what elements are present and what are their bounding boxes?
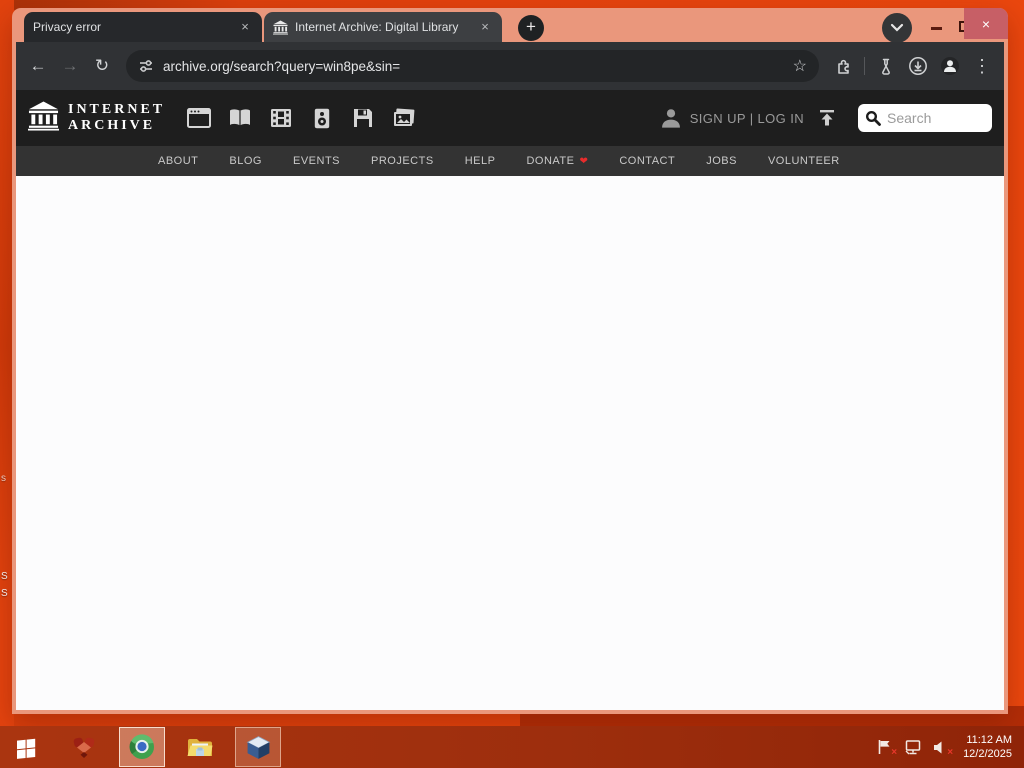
nav-help[interactable]: HELP	[465, 155, 496, 167]
reload-button[interactable]: ↻	[88, 52, 116, 80]
tab-title: Internet Archive: Digital Library	[295, 20, 459, 34]
internet-archive-header: INTERNET ARCHIVE SIGN UP | LOG IN Search	[16, 90, 1004, 146]
tab-internet-archive[interactable]: Internet Archive: Digital Library ×	[264, 12, 502, 42]
back-button[interactable]: ←	[24, 52, 52, 80]
nav-events[interactable]: EVENTS	[293, 155, 340, 167]
desktop-icon-label-fragment: s	[1, 473, 6, 484]
nav-projects[interactable]: PROJECTS	[371, 155, 434, 167]
browser-toolbar: ← → ↻ archive.org/search?query=win8pe&si…	[16, 42, 1004, 90]
web-icon[interactable]	[187, 107, 212, 129]
red-box-app-icon	[73, 737, 95, 758]
internet-archive-favicon-icon	[273, 19, 288, 35]
search-icon	[865, 110, 881, 126]
toolbar-separator	[864, 57, 865, 75]
heart-icon: ❤	[579, 155, 589, 167]
extensions-puzzle-icon[interactable]	[829, 52, 857, 80]
page-viewport: INTERNET ARCHIVE SIGN UP | LOG IN Search…	[16, 90, 1004, 710]
nav-blog[interactable]: BLOG	[229, 155, 262, 167]
nav-donate[interactable]: DONATE ❤	[526, 155, 588, 167]
desktop-icon-label-fragment: S	[1, 571, 8, 582]
site-settings-tune-icon[interactable]	[138, 58, 154, 74]
flask-icon[interactable]	[872, 52, 900, 80]
clock-date: 12/2/2025	[963, 748, 1012, 760]
clock-time: 11:12 AM	[966, 733, 1012, 746]
desktop-icon-label-fragment: S	[1, 588, 8, 599]
tab-privacy-error[interactable]: Privacy error ×	[24, 12, 262, 42]
media-type-menu	[187, 107, 416, 129]
bookmark-star-icon[interactable]: ☆	[787, 56, 813, 76]
profile-avatar-icon[interactable]	[936, 52, 964, 80]
download-icon[interactable]	[904, 52, 932, 80]
video-icon[interactable]	[269, 107, 293, 129]
taskbar-red-box-app-button[interactable]	[61, 727, 107, 767]
upload-icon[interactable]	[818, 109, 836, 127]
search-input[interactable]: Search	[858, 104, 992, 132]
url-text[interactable]: archive.org/search?query=win8pe&sin=	[163, 59, 778, 74]
tab-title: Privacy error	[33, 20, 102, 34]
nav-jobs[interactable]: JOBS	[706, 155, 737, 167]
internet-archive-wordmark[interactable]: INTERNET ARCHIVE	[68, 102, 165, 134]
images-icon[interactable]	[392, 107, 416, 129]
taskbar-clock[interactable]: 11:12 AM 12/2/2025	[959, 733, 1012, 762]
address-bar[interactable]: archive.org/search?query=win8pe&sin= ☆	[126, 50, 819, 82]
start-button[interactable]	[3, 727, 49, 767]
tab-close-icon[interactable]: ×	[237, 19, 253, 35]
forward-button[interactable]: →	[56, 52, 84, 80]
internet-archive-logo-icon[interactable]	[28, 100, 59, 136]
chevron-down-icon	[890, 23, 904, 32]
close-window-button[interactable]: ×	[964, 8, 1008, 39]
new-tab-button[interactable]: +	[518, 15, 544, 41]
chrome-icon	[129, 734, 154, 759]
virtualbox-icon	[246, 735, 270, 759]
browser-window: Privacy error × Internet Archive: Digita…	[12, 8, 1008, 714]
windows-logo-icon	[17, 738, 36, 759]
browser-titlebar[interactable]: Privacy error × Internet Archive: Digita…	[12, 8, 1008, 43]
volume-muted-icon[interactable]: ×	[931, 738, 953, 758]
tab-close-icon[interactable]: ×	[477, 19, 493, 35]
taskbar-virtualbox-button[interactable]	[235, 727, 281, 767]
nav-about[interactable]: ABOUT	[158, 155, 198, 167]
action-center-flag-icon[interactable]: ×	[875, 738, 897, 758]
person-icon	[660, 107, 682, 129]
menu-kebab-icon[interactable]: ⋮	[968, 52, 996, 80]
taskbar: × × 11:12 AM 12/2/2025	[0, 726, 1024, 768]
audio-icon[interactable]	[310, 107, 334, 129]
signup-login-link[interactable]: SIGN UP | LOG IN	[690, 111, 804, 126]
software-icon[interactable]	[351, 107, 375, 129]
minimize-button[interactable]	[931, 27, 942, 30]
tab-search-button[interactable]	[882, 13, 912, 43]
taskbar-chrome-button[interactable]	[119, 727, 165, 767]
system-tray: × × 11:12 AM 12/2/2025	[875, 733, 1021, 762]
nav-volunteer[interactable]: VOLUNTEER	[768, 155, 840, 167]
texts-icon[interactable]	[228, 107, 252, 129]
internet-archive-navbar: ABOUT BLOG EVENTS PROJECTS HELP DONATE ❤ …	[16, 146, 1004, 176]
file-explorer-icon	[187, 739, 213, 756]
desktop: s S S Privacy error × Internet Archive: …	[0, 0, 1024, 768]
header-account-area: SIGN UP | LOG IN Search	[660, 104, 992, 132]
page-content-blank	[16, 176, 1004, 710]
nav-contact[interactable]: CONTACT	[619, 155, 675, 167]
search-placeholder: Search	[887, 110, 932, 126]
taskbar-file-explorer-button[interactable]	[177, 727, 223, 767]
network-monitor-icon[interactable]	[903, 738, 922, 756]
